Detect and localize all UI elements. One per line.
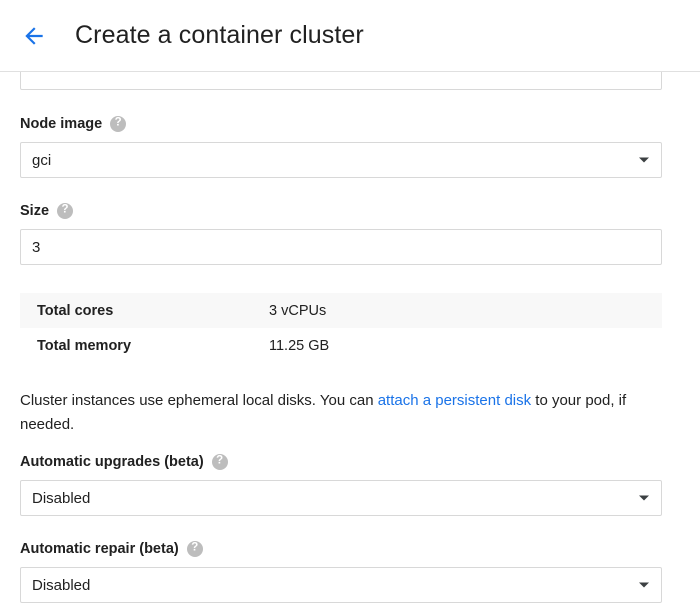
field-size-label-text: Size [20,202,49,220]
automatic-upgrades-select-value: Disabled [32,490,627,507]
chevron-down-icon [639,158,649,163]
help-icon-glyph: ? [191,543,198,555]
automatic-repair-select-value: Disabled [32,577,627,594]
automatic-upgrades-select[interactable]: Disabled [20,480,662,516]
help-icon[interactable]: ? [212,454,228,470]
field-automatic-upgrades-label-text: Automatic upgrades (beta) [20,453,204,471]
page-header: Create a container cluster [0,0,700,72]
chevron-down-icon [639,496,649,501]
note-text-before-link: Cluster instances use ephemeral local di… [20,392,378,409]
back-button[interactable] [14,16,54,56]
help-icon-glyph: ? [62,205,69,217]
resource-summary-table: Total cores 3 vCPUs Total memory 11.25 G… [20,293,662,363]
field-automatic-repair-label-text: Automatic repair (beta) [20,540,179,558]
field-automatic-repair: Automatic repair (beta) ? Disabled [0,540,700,603]
field-node-image-label-text: Node image [20,115,102,133]
help-icon[interactable]: ? [187,541,203,557]
help-icon-glyph: ? [115,118,122,130]
size-input[interactable]: 3 [20,229,662,265]
table-row: Total memory 11.25 GB [20,328,662,363]
field-node-image-label: Node image ? [20,115,680,133]
field-automatic-repair-label: Automatic repair (beta) ? [20,540,680,558]
field-node-image: Node image ? gci [0,115,700,178]
table-cell-key: Total cores [20,293,269,328]
table-cell-value: 11.25 GB [269,328,662,363]
field-automatic-upgrades: Automatic upgrades (beta) ? Disabled [0,453,700,516]
help-icon-glyph: ? [216,456,223,468]
partially-visible-field[interactable] [20,72,662,90]
form-body: Node image ? gci Size ? 3 Total cores 3 … [0,72,700,615]
table-cell-key: Total memory [20,328,269,363]
arrow-left-icon [21,23,47,49]
table-cell-value: 3 vCPUs [269,293,662,328]
attach-persistent-disk-link[interactable]: attach a persistent disk [378,392,531,409]
field-size: Size ? 3 [0,202,700,265]
automatic-repair-select[interactable]: Disabled [20,567,662,603]
node-image-select-value: gci [32,152,627,169]
help-icon[interactable]: ? [110,116,126,132]
field-automatic-upgrades-label: Automatic upgrades (beta) ? [20,453,680,471]
help-icon[interactable]: ? [57,203,73,219]
field-size-label: Size ? [20,202,680,220]
table-row: Total cores 3 vCPUs [20,293,662,328]
page-title: Create a container cluster [75,21,364,50]
ephemeral-disk-note: Cluster instances use ephemeral local di… [20,389,660,437]
chevron-down-icon [639,583,649,588]
scrolled-field-clip [0,72,700,91]
node-image-select[interactable]: gci [20,142,662,178]
size-input-value: 3 [32,239,650,256]
